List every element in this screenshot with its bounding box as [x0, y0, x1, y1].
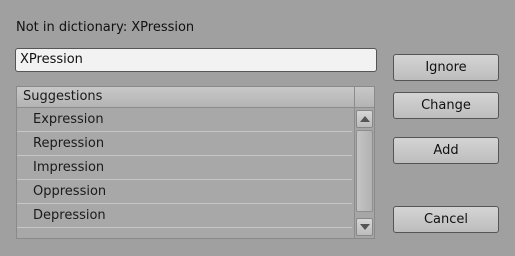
- add-button[interactable]: Add: [393, 137, 499, 164]
- list-item[interactable]: Impression: [17, 156, 352, 180]
- scrollbar-thumb[interactable]: [356, 130, 373, 212]
- list-item[interactable]: Oppression: [17, 180, 352, 204]
- suggestions-column-header[interactable]: Suggestions: [17, 87, 374, 108]
- cancel-button[interactable]: Cancel: [393, 206, 499, 233]
- vertical-scrollbar[interactable]: [354, 108, 374, 238]
- arrow-down-icon: [360, 224, 370, 230]
- arrow-up-icon: [360, 116, 370, 122]
- column-separator: [354, 87, 355, 108]
- misspelled-word: XPression: [131, 20, 195, 35]
- change-button[interactable]: Change: [393, 92, 499, 119]
- not-in-dictionary-header: Not in dictionary: XPression: [16, 20, 194, 35]
- ignore-button[interactable]: Ignore: [393, 54, 499, 81]
- suggestions-header-label: Suggestions: [23, 89, 103, 104]
- list-item[interactable]: Expression: [17, 108, 352, 132]
- scroll-down-button[interactable]: [356, 218, 373, 236]
- suggestion-rows: Expression Repression Impression Oppress…: [17, 108, 352, 228]
- list-item[interactable]: Depression: [17, 204, 352, 228]
- spell-check-dialog: Not in dictionary: XPression XPression Su…: [0, 0, 515, 256]
- scroll-up-button[interactable]: [356, 110, 373, 128]
- suggestions-list[interactable]: Suggestions Expression Repression Impres…: [16, 86, 375, 239]
- not-in-dictionary-label: Not in dictionary:: [16, 20, 128, 35]
- list-item[interactable]: Repression: [17, 132, 352, 156]
- replacement-word-input[interactable]: XPression: [15, 48, 377, 72]
